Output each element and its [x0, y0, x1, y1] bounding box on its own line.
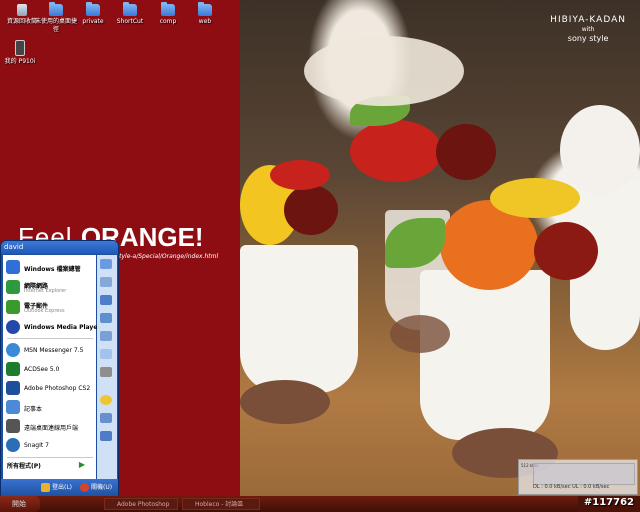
desktop-icon-label: comp — [159, 18, 177, 25]
start-item-subtitle: Outlook Express — [24, 308, 65, 314]
start-item-photoshop[interactable]: Adobe Photoshop CS2 — [5, 379, 95, 397]
all-programs-label: 所有程式(P) — [7, 463, 41, 470]
pot-base — [390, 315, 450, 353]
start-item-subtitle: Internet Explorer — [24, 288, 67, 294]
brand-logo: HIBIYA-KADAN with sony style — [550, 15, 626, 44]
start-item-title: Windows 檔案總管 — [24, 266, 81, 273]
taskbar-item-browser[interactable]: Hobleco - 討論區 — [182, 498, 260, 510]
separator — [7, 457, 93, 458]
msn-icon — [6, 343, 20, 357]
netmon-readout: DL : 0.0 kB/sec UL : 0.0 kB/sec — [533, 484, 610, 490]
photoshop-icon — [6, 381, 20, 395]
brand-line-1: HIBIYA-KADAN — [550, 15, 626, 25]
mail-icon — [6, 300, 20, 314]
start-item-snagit[interactable]: SnagIt 7 — [5, 436, 95, 454]
folder-icon — [86, 2, 100, 16]
shutdown-button[interactable]: 關機(U) — [80, 482, 112, 494]
wallpaper-url: style-a/Special/Orange/index.html — [116, 253, 219, 260]
explorer-icon — [6, 260, 20, 274]
white-flowers — [304, 36, 464, 106]
start-label: 開始 — [12, 500, 26, 508]
apple — [436, 124, 496, 180]
start-item-title: 遠端桌面連線用戶端 — [24, 425, 79, 432]
start-item-notepad[interactable]: 記事本 — [5, 398, 95, 416]
desktop-icon-phone[interactable]: 我的 P910i — [0, 40, 42, 66]
netmon-graph — [533, 463, 635, 485]
phone-icon — [15, 40, 25, 56]
start-item-remote-desktop[interactable]: 遠端桌面連線用戶端 — [5, 417, 95, 435]
apple — [284, 185, 338, 235]
brand-line-3: sony style — [567, 34, 609, 43]
acdsee-icon — [6, 362, 20, 376]
taskbar: 開始 Adobe Photoshop Hobleco - 討論區 — [0, 496, 640, 512]
red-rose — [350, 120, 442, 182]
all-programs-button[interactable]: 所有程式(P) ▶ — [7, 460, 95, 470]
run-icon[interactable] — [100, 431, 112, 441]
start-item-internet[interactable]: 網際網路 Internet Explorer — [5, 278, 95, 296]
start-item-media-player[interactable]: Windows Media Player — [5, 318, 100, 336]
wallpaper-photo — [240, 0, 640, 496]
red-rose — [270, 160, 330, 190]
folder-icon — [161, 2, 175, 16]
folder-icon — [123, 2, 137, 16]
recycle-bin-icon — [17, 4, 27, 16]
yellow-rose — [490, 178, 580, 218]
task-label: Hobleco - 討論區 — [195, 501, 244, 508]
pot-base — [240, 380, 330, 424]
logoff-button[interactable]: 登出(L) — [41, 482, 72, 494]
power-icon — [80, 483, 89, 492]
media-player-icon — [6, 320, 20, 334]
logoff-label: 登出(L) — [52, 484, 73, 491]
control-panel-icon[interactable] — [100, 349, 112, 359]
remote-desktop-icon — [6, 419, 20, 433]
desktop-icon-label: ShortCut — [116, 18, 144, 25]
taskbar-item-photoshop[interactable]: Adobe Photoshop — [104, 498, 178, 510]
white-flowers — [560, 105, 640, 195]
start-button[interactable]: 開始 — [0, 496, 40, 512]
desktop-icon-label: private — [82, 18, 104, 25]
folder-icon — [198, 2, 212, 16]
start-item-acdsee[interactable]: ACDSee 5.0 — [5, 360, 95, 378]
help-icon[interactable] — [100, 395, 112, 405]
internet-explorer-icon — [6, 280, 20, 294]
start-item-title: SnagIt 7 — [24, 442, 49, 449]
network-icon[interactable] — [100, 331, 112, 341]
desktop-icon-label: 我的 P910i — [4, 58, 36, 65]
desktop-icon-web[interactable]: web — [183, 2, 227, 26]
computer-icon[interactable] — [100, 313, 112, 323]
key-icon — [41, 483, 50, 492]
start-menu-footer: 登出(L) 關機(U) — [1, 479, 118, 497]
printers-icon[interactable] — [100, 367, 112, 377]
start-item-title: ACDSee 5.0 — [24, 366, 60, 373]
snagit-icon — [6, 438, 20, 452]
start-menu-username: david — [1, 241, 118, 254]
notepad-icon — [6, 400, 20, 414]
folder-icon — [49, 2, 63, 16]
documents-icon[interactable] — [100, 259, 112, 269]
start-menu: david Windows 檔案總管 網際網路 Internet Explore… — [0, 240, 119, 498]
separator — [7, 338, 93, 339]
start-item-email[interactable]: 電子郵件 Outlook Express — [5, 298, 95, 316]
task-label: Adobe Photoshop — [117, 501, 170, 508]
pictures-icon[interactable] — [100, 277, 112, 287]
start-item-title: MSN Messenger 7.5 — [24, 347, 84, 354]
brand-line-2: with — [581, 26, 595, 33]
arrow-right-icon: ▶ — [78, 460, 85, 469]
start-item-explorer[interactable]: Windows 檔案總管 — [5, 258, 95, 276]
network-monitor[interactable]: 512 kB/s DL : 0.0 kB/sec UL : 0.0 kB/sec — [518, 459, 638, 495]
search-icon[interactable] — [100, 413, 112, 423]
start-item-title: Windows Media Player — [24, 324, 101, 331]
apple — [534, 222, 598, 280]
flower-pot — [240, 245, 358, 393]
start-menu-programs: Windows 檔案總管 網際網路 Internet Explorer 電子郵件… — [3, 255, 100, 479]
music-icon[interactable] — [100, 295, 112, 305]
start-item-msn[interactable]: MSN Messenger 7.5 — [5, 341, 95, 359]
shutdown-label: 關機(U) — [91, 484, 113, 491]
desktop-icon-label: 資源回收筒 — [6, 18, 37, 25]
start-menu-places — [97, 255, 117, 479]
start-item-title: Adobe Photoshop CS2 — [24, 385, 91, 392]
start-item-title: 記事本 — [24, 406, 43, 413]
image-id-badge: #117762 — [583, 497, 634, 508]
desktop-icon-label: web — [198, 18, 212, 25]
